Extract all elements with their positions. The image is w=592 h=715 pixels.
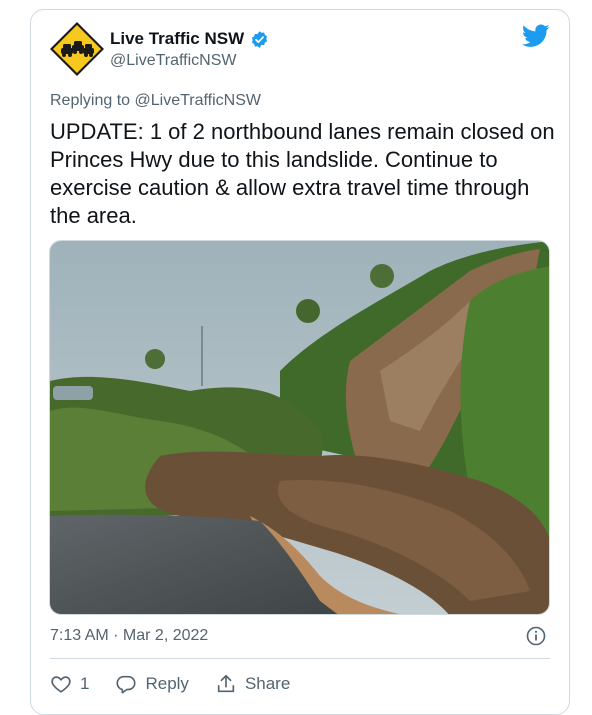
avatar[interactable] xyxy=(48,20,106,78)
like-count: 1 xyxy=(80,674,90,693)
share-upload-icon xyxy=(217,674,235,693)
author-name-row[interactable]: Live Traffic NSW xyxy=(110,28,269,50)
reply-label: Reply xyxy=(145,674,189,693)
replying-prefix: Replying to xyxy=(50,92,135,109)
twitter-bird-icon[interactable] xyxy=(522,24,550,48)
replying-to: Replying to @LiveTrafficNSW xyxy=(50,92,261,110)
tweet-actions: 1 Reply Share xyxy=(50,670,316,698)
like-button[interactable]: 1 xyxy=(50,673,89,695)
tweet-timestamp[interactable]: 7:13 AM · Mar 2, 2022 xyxy=(50,627,208,645)
share-label: Share xyxy=(244,674,291,693)
tweet-photo[interactable] xyxy=(49,240,550,615)
landslide-photo-image xyxy=(50,241,549,614)
heart-icon xyxy=(51,676,71,693)
speech-bubble-icon xyxy=(116,675,137,694)
replying-to-handle[interactable]: @LiveTrafficNSW xyxy=(135,92,261,109)
tweet-text: UPDATE: 1 of 2 northbound lanes remain c… xyxy=(50,119,555,228)
author-handle[interactable]: @LiveTrafficNSW xyxy=(110,52,236,70)
divider xyxy=(50,658,550,659)
info-icon[interactable] xyxy=(526,626,546,646)
display-name[interactable]: Live Traffic NSW xyxy=(110,29,244,49)
reply-button[interactable]: Reply xyxy=(115,673,189,695)
road-sign-cars-icon xyxy=(50,22,104,76)
share-button[interactable]: Share xyxy=(215,673,290,695)
verified-badge-icon xyxy=(252,30,268,48)
